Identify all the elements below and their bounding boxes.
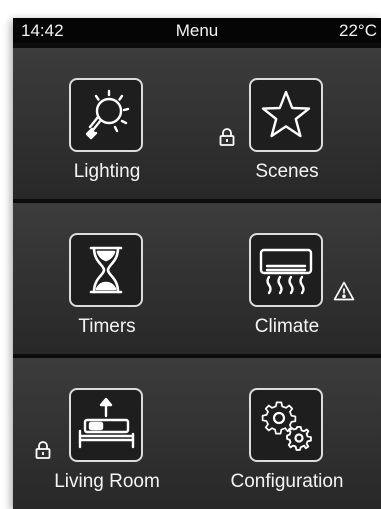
star-icon [261, 90, 311, 138]
lock-icon [219, 128, 235, 146]
hourglass-icon [89, 246, 123, 294]
scenes-tile[interactable]: Scenes [219, 48, 347, 188]
living-room-button[interactable] [69, 388, 143, 462]
gears-icon [261, 401, 312, 451]
configuration-button[interactable] [249, 388, 323, 462]
scenes-label: Scenes [255, 161, 319, 182]
configuration-tile[interactable]: Configuration [227, 358, 347, 498]
timers-label: Timers [78, 316, 136, 337]
living-room-label: Living Room [54, 471, 160, 492]
bed-icon [78, 397, 135, 449]
warning-icon [333, 281, 355, 301]
configuration-label: Configuration [230, 471, 344, 492]
touch-panel: 14:42 Menu 22°C Lighting Scenes Timers C… [13, 18, 381, 509]
air-conditioner-icon [259, 248, 313, 295]
timers-button[interactable] [69, 233, 143, 307]
lighting-button[interactable] [69, 78, 143, 152]
climate-button[interactable] [249, 233, 323, 307]
climate-tile[interactable]: Climate [227, 203, 355, 343]
lighting-tile[interactable]: Lighting [47, 48, 167, 188]
timers-tile[interactable]: Timers [47, 203, 167, 343]
scenes-button[interactable] [249, 78, 323, 152]
temperature-readout: 22°C [339, 21, 377, 40]
page-title: Menu [175, 21, 219, 40]
menu-row-1: Lighting Scenes [13, 46, 381, 199]
menu-row-3: Living Room Configuration [13, 356, 381, 509]
status-bar: 14:42 Menu 22°C [13, 18, 381, 43]
lock-icon [35, 441, 51, 459]
menu-row-2: Timers Climate [13, 201, 381, 354]
living-room-tile[interactable]: Living Room [35, 358, 167, 498]
lighting-label: Lighting [73, 161, 141, 182]
bulb-icon [85, 89, 130, 140]
climate-label: Climate [254, 316, 320, 337]
